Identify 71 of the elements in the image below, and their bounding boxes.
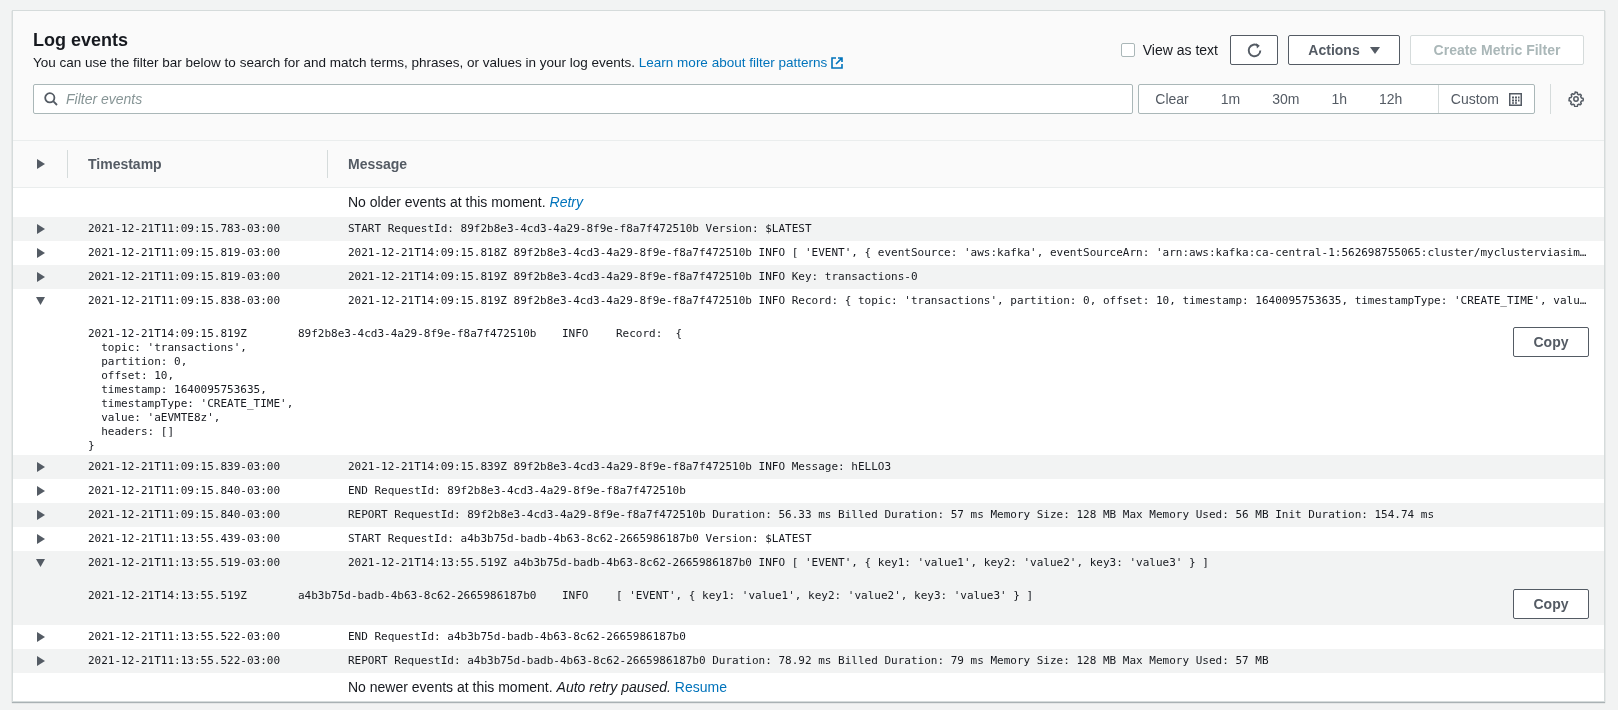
detail-message-body: topic: 'transactions', partition: 0, offset: 10, timestamp: 1640095753635, timestampType: 'CREATE_TIME', value: 'aEVMTE8z', headers: [] } [88,341,295,453]
timestamp-cell-text: 2021-12-21T11:13:55.439-03:00 [87,530,282,547]
detail-timestamp: 2021-12-21T14:13:55.519Z [88,589,248,603]
search-icon [44,92,58,106]
timestamp-cell-text: 2021-12-21T11:09:15.819-03:00 [87,268,282,285]
detail-level: INFO [562,327,590,341]
message-cell-text: REPORT RequestId: a4b3b75d-badb-4b63-8c62-2665986187b0 Duration: 78.92 ms Billed Duration: 79 ms Memory Size: 128 MB Max Memory Used: 57 MB [347,652,1269,669]
timestamp-cell-text: 2021-12-21T11:09:15.839-03:00 [87,458,282,475]
message-cell-text: 2021-12-21T14:13:55.519Z a4b3b75d-badb-4b63-8c62-2665986187b0 INFO [ 'EVENT', { key1: 'value1', key2: 'value2', key3: 'value3' } ] [347,554,1209,571]
refresh-icon [1245,41,1263,59]
detail-request-id: 89f2b8e3-4cd3-4a29-8f9e-f8a7f472510b [298,327,538,341]
message-cell-text: START RequestId: a4b3b75d-badb-4b63-8c62-2665986187b0 Version: $LATEST [347,530,812,547]
expand-icon[interactable] [36,486,45,496]
message-cell-text: START RequestId: 89f2b8e3-4cd3-4a29-8f9e-f8a7f472510b Version: $LATEST [347,220,812,237]
message-cell-text: END RequestId: 89f2b8e3-4cd3-4a29-8f9e-f8a7f472510b [347,482,686,499]
external-link-icon [831,57,844,69]
caret-icon [1369,46,1380,54]
timestamp-cell-text: 2021-12-21T11:09:15.783-03:00 [87,220,282,237]
time-range-option[interactable]: Clear [1139,85,1205,113]
detail-timestamp: 2021-12-21T14:09:15.819Z [88,327,248,341]
detail-request-id: a4b3b75d-badb-4b63-8c62-2665986187b0 [298,589,538,603]
panel-title: Log events [33,29,130,51]
expand-icon[interactable] [36,272,45,282]
detail-level: INFO [562,589,590,603]
message-cell-text: 2021-12-21T14:09:15.839Z 89f2b8e3-4cd3-4a29-8f9e-f8a7f472510b INFO Message: hELLO3 [347,458,892,475]
timestamp-cell-text: 2021-12-21T11:09:15.838-03:00 [87,292,282,309]
panel-description: You can use the filter bar below to search for and match terms, phrases, or values in your log events. Learn more about filter patterns [33,53,1121,73]
expand-icon[interactable] [36,224,45,234]
timestamp-cell-text: 2021-12-21T11:09:15.840-03:00 [87,506,282,523]
time-range-option[interactable]: 30m [1256,85,1316,113]
settings-icon[interactable] [1568,91,1584,107]
message-column-header: Message [347,154,408,174]
message-cell-text: 2021-12-21T14:09:15.819Z 89f2b8e3-4cd3-4a29-8f9e-f8a7f472510b INFO Key: transactions-0 [347,268,918,285]
collapse-icon[interactable] [36,296,45,306]
timestamp-column-header: Timestamp [68,150,328,178]
newer-events-notice: No newer events at this moment. Auto retry paused. Resume [348,677,727,697]
expand-icon[interactable] [36,248,45,258]
learn-more-link[interactable]: Learn more about filter patterns [638,53,844,73]
expand-icon[interactable] [36,656,45,666]
expand-icon[interactable] [36,462,45,472]
time-range-option[interactable]: 12h [1363,85,1419,113]
detail-message: Record: { [616,327,683,341]
time-range-option[interactable]: 1h [1315,85,1363,113]
filter-field[interactable]: Filter events [33,84,1134,114]
view-as-text-label: View as text [1142,40,1218,60]
expand-all-icon[interactable] [35,159,45,169]
message-cell-text: 2021-12-21T14:09:15.818Z 89f2b8e3-4cd3-4a29-8f9e-f8a7f472510b INFO [ 'EVENT', { eventSource: 'aws:kafka', eventSourceArn: 'arn:aws:kafka:ca-central-1:562698755065:cluster/myclusterviasim… [347,244,1587,261]
actions-button[interactable]: Actions [1288,35,1400,65]
message-cell-text: END RequestId: a4b3b75d-badb-4b63-8c62-2665986187b0 [347,628,686,645]
timestamp-cell-text: 2021-12-21T11:13:55.522-03:00 [87,652,282,669]
refresh-button[interactable] [1230,35,1278,65]
custom-range-button[interactable]: Custom [1437,85,1534,113]
view-as-text-checkbox[interactable] [1120,43,1135,57]
timestamp-cell-text: 2021-12-21T11:13:55.522-03:00 [87,628,282,645]
expand-icon[interactable] [36,632,45,642]
timestamp-cell-text: 2021-12-21T11:13:55.519-03:00 [87,554,282,571]
detail-message: [ 'EVENT', { key1: 'value1', key2: 'value2', key3: 'value3' } ] [616,589,1034,603]
copy-button[interactable]: Copy [1513,327,1589,357]
copy-button[interactable]: Copy [1513,589,1589,619]
calendar-icon [1509,92,1522,106]
message-cell-text: 2021-12-21T14:09:15.819Z 89f2b8e3-4cd3-4a29-8f9e-f8a7f472510b INFO Record: { topic: 'transactions', partition: 0, offset: 10, timestamp: 1640095753635, timestampType: 'CREATE_TIME', valu… [347,292,1587,309]
timestamp-cell-text: 2021-12-21T11:09:15.840-03:00 [87,482,282,499]
expand-icon[interactable] [36,534,45,544]
timestamp-cell-text: 2021-12-21T11:09:15.819-03:00 [87,244,282,261]
message-cell-text: REPORT RequestId: 89f2b8e3-4cd3-4a29-8f9e-f8a7f472510b Duration: 56.33 ms Billed Duration: 57 ms Memory Size: 128 MB Max Memory Used: 56 MB Init Duration: 154.74 ms [347,506,1435,523]
collapse-icon[interactable] [36,558,45,568]
time-range-option[interactable]: 1m [1204,85,1257,113]
retry-link[interactable]: Retry [549,194,583,210]
resume-link[interactable]: Resume [674,678,727,695]
expand-icon[interactable] [36,510,45,520]
older-events-notice: No older events at this moment. Retry [348,193,583,212]
